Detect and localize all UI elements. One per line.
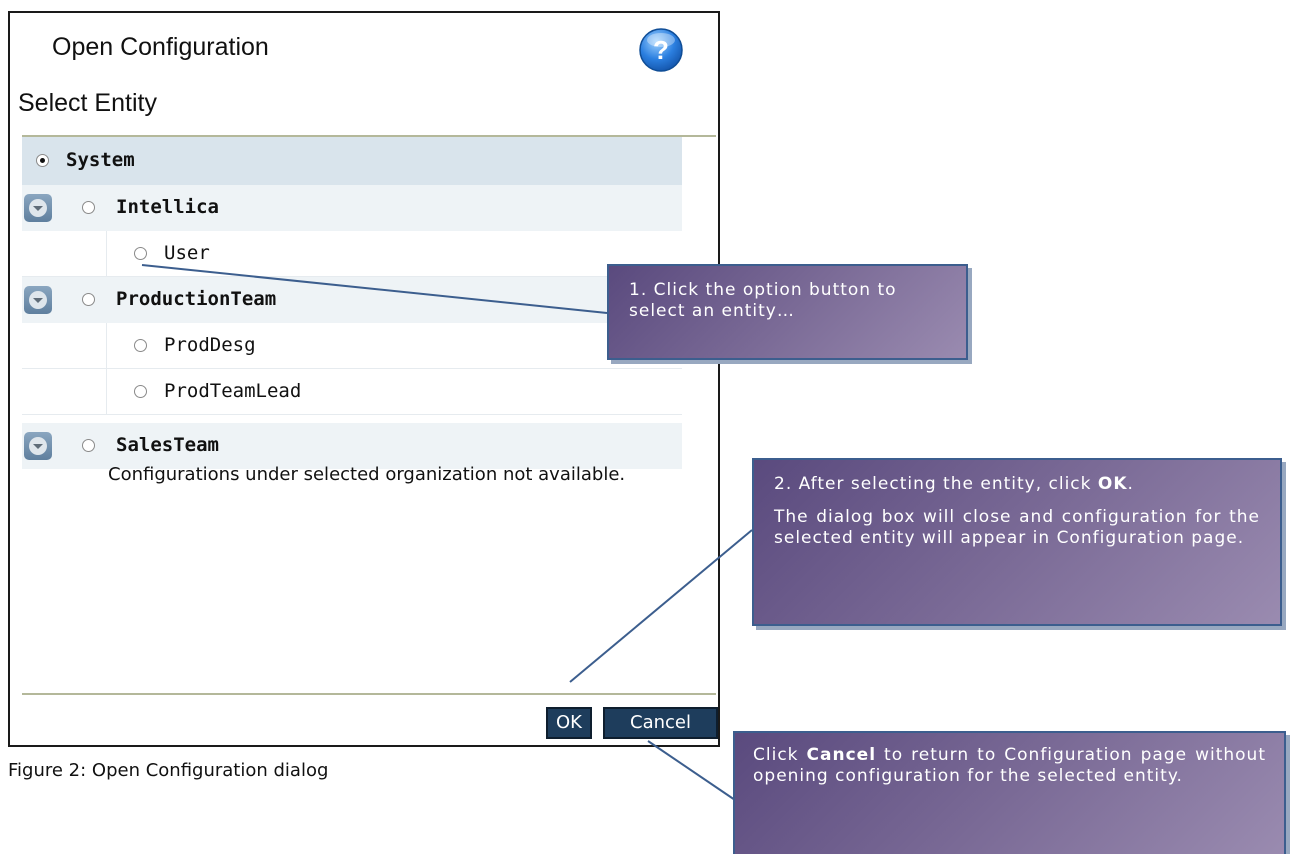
tree-row-system[interactable]: System [22, 137, 682, 185]
tree-label-productionteam: ProductionTeam [116, 288, 277, 310]
divider-bottom [22, 693, 716, 695]
help-question-icon[interactable]: ? [638, 27, 684, 73]
tree-row-productionteam[interactable]: ProductionTeam [22, 277, 682, 323]
figure-caption: Figure 2: Open Configuration dialog [8, 760, 329, 781]
select-entity-heading: Select Entity [18, 89, 157, 117]
collapse-chevron-icon[interactable] [24, 432, 52, 460]
callout-ok-bold: OK [1097, 474, 1128, 494]
radio-user[interactable] [134, 247, 147, 260]
tree-row-intellica[interactable]: Intellica [22, 185, 682, 231]
ok-button[interactable]: OK [546, 707, 592, 739]
callout-cancel-bold: Cancel [806, 745, 877, 765]
empty-configurations-message: Configurations under selected organizati… [108, 464, 626, 485]
radio-prodteamlead[interactable] [134, 385, 147, 398]
tree-label-prodteamlead: ProdTeamLead [164, 380, 302, 402]
tree-row-salesteam[interactable]: SalesTeam [22, 423, 682, 469]
svg-text:?: ? [653, 35, 669, 65]
callout-ok-suffix: . [1127, 474, 1134, 494]
radio-salesteam[interactable] [82, 439, 95, 452]
callout-select-entity-text: 1. Click the option button to select an … [629, 280, 897, 321]
tree-row-user[interactable]: User [22, 231, 682, 277]
tree-label-intellica: Intellica [116, 196, 219, 218]
collapse-chevron-icon[interactable] [24, 286, 52, 314]
radio-proddesg[interactable] [134, 339, 147, 352]
tree-label-system: System [66, 149, 135, 171]
radio-intellica[interactable] [82, 201, 95, 214]
callout-click-ok: 2. After selecting the entity, click OK.… [752, 458, 1282, 626]
radio-productionteam[interactable] [82, 293, 95, 306]
tree-label-proddesg: ProdDesg [164, 334, 256, 356]
tree-row-proddesg[interactable]: ProdDesg [22, 323, 682, 369]
callout-cancel-prefix: Click [753, 745, 807, 765]
open-configuration-dialog: Open Configuration ? Select Entity Syste… [8, 11, 720, 747]
callout-select-entity: 1. Click the option button to select an … [607, 264, 968, 360]
collapse-chevron-icon[interactable] [24, 194, 52, 222]
cancel-button[interactable]: Cancel [603, 707, 718, 739]
callout-ok-prefix: 2. After selecting the entity, click [774, 474, 1098, 494]
callout-click-ok-body: The dialog box will close and configurat… [774, 507, 1260, 548]
tree-row-prodteamlead[interactable]: ProdTeamLead [22, 369, 682, 415]
radio-system[interactable] [36, 154, 49, 167]
callout-click-cancel: Click Cancel to return to Configuration … [733, 731, 1286, 854]
dialog-title: Open Configuration [52, 33, 269, 61]
callout-click-ok-heading: 2. After selecting the entity, click OK. [774, 474, 1260, 495]
tree-label-user: User [164, 242, 210, 264]
tree-label-salesteam: SalesTeam [116, 434, 219, 456]
